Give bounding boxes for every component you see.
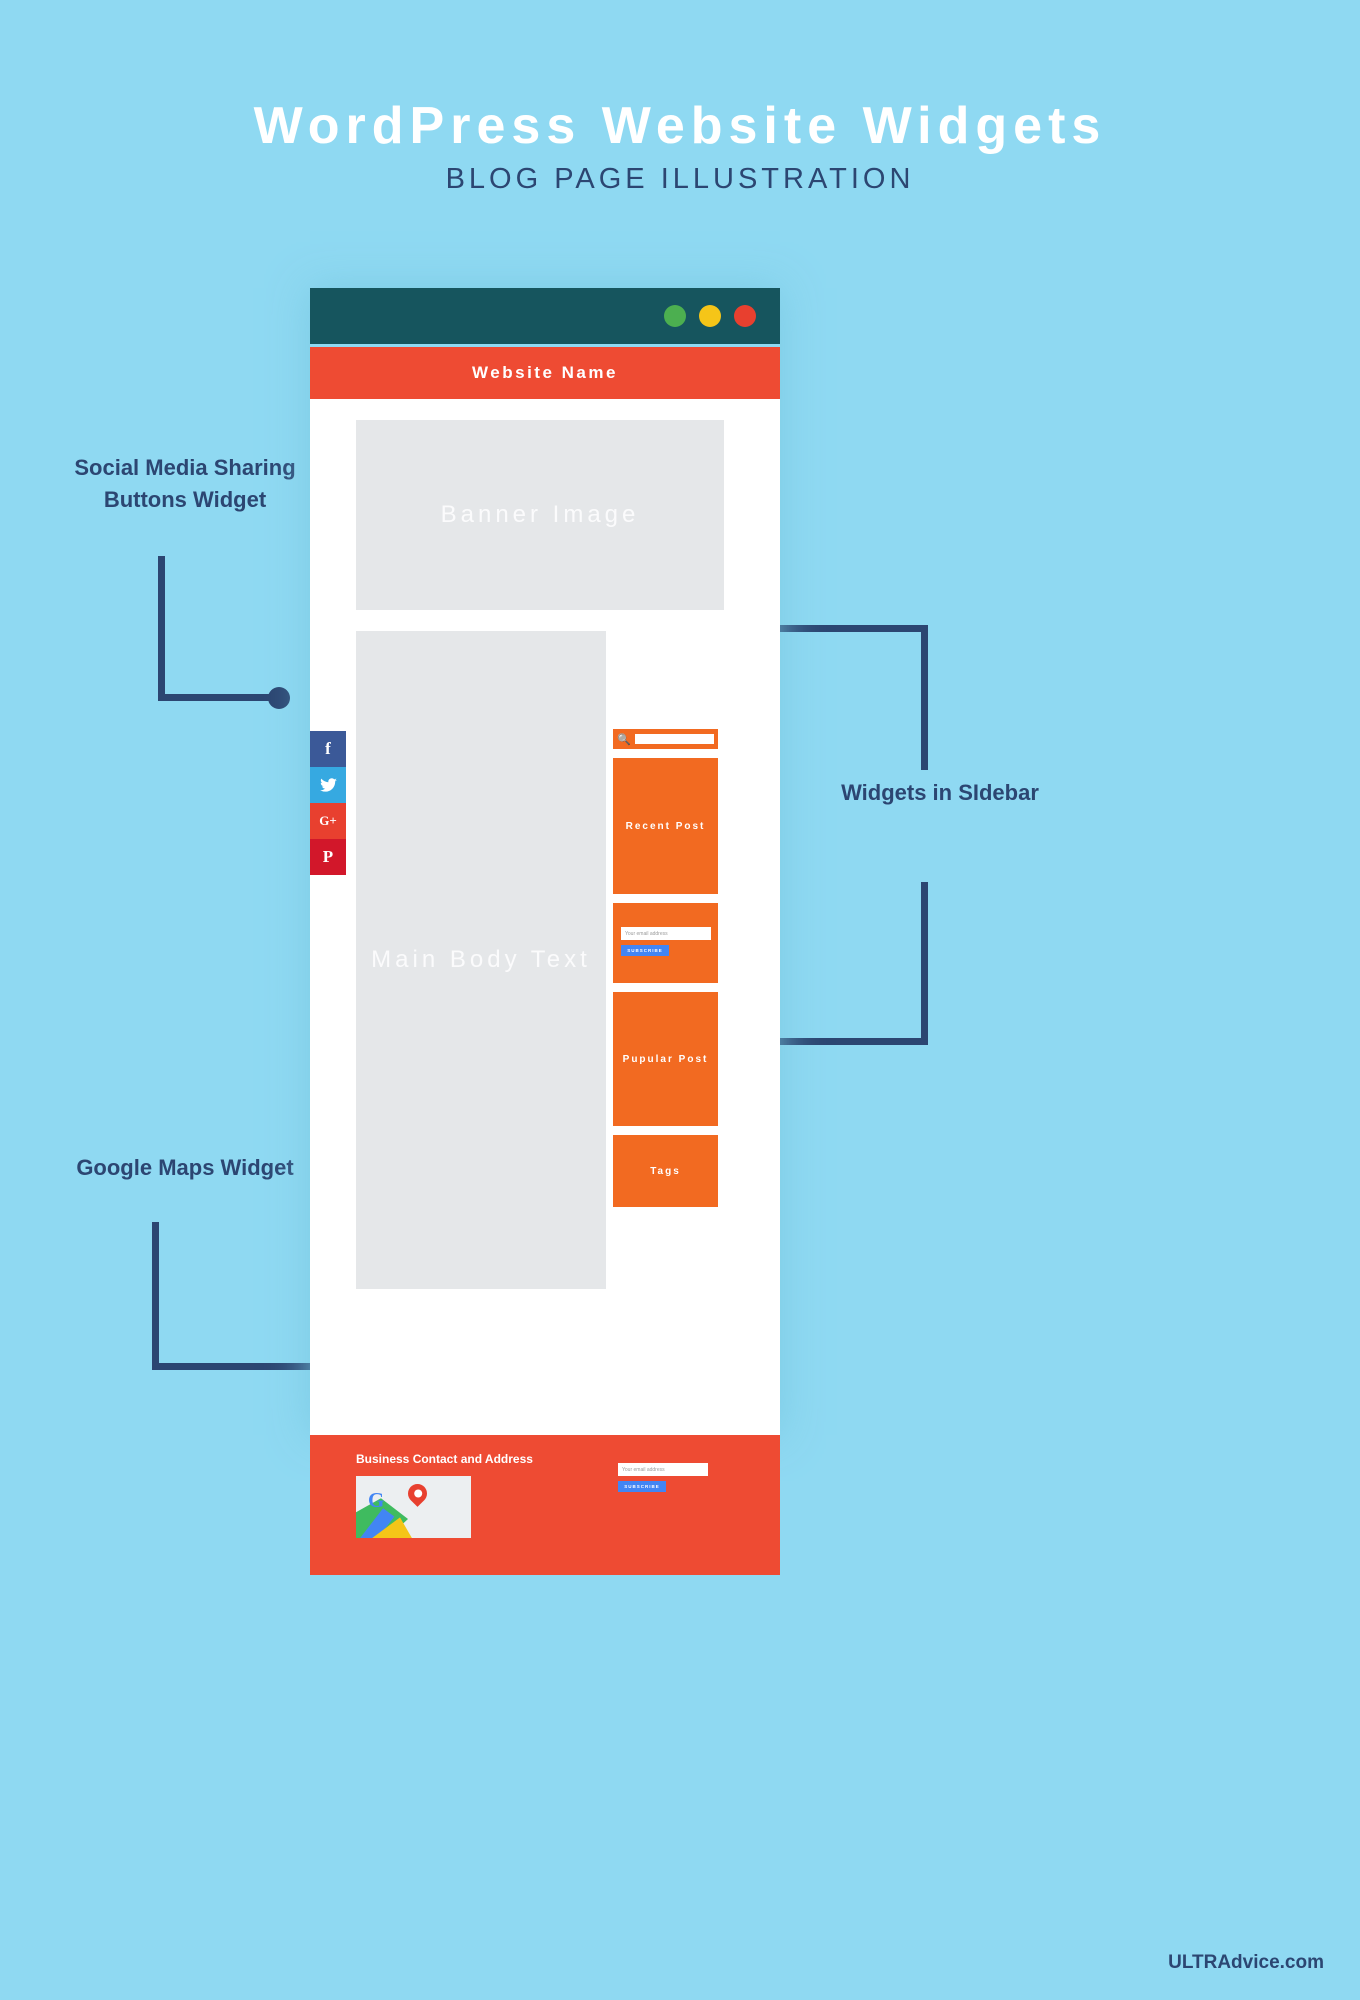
search-input[interactable] (634, 734, 714, 744)
annotation-social-media: Social Media Sharing Buttons Widget (74, 455, 296, 512)
widget-recent-post[interactable]: Recent Post (613, 758, 718, 894)
widget-popular-post-label: Pupular Post (622, 1053, 709, 1065)
sidebar-widgets: 🔍 Recent Post Your email address SUBSCRI… (613, 729, 718, 1207)
page-title: WordPress Website Widgets (253, 97, 1107, 155)
facebook-glyph: f (325, 739, 331, 758)
google-maps-widget[interactable]: G (356, 1476, 471, 1539)
google-plus-glyph: G+ (319, 813, 337, 828)
footer-subscribe-button[interactable]: SUBSCRIBE (618, 1481, 666, 1492)
annotation-sidebar-line-bot-v (921, 882, 928, 1044)
widget-subscribe: Your email address SUBSCRIBE (613, 903, 718, 983)
search-icon: 🔍 (617, 733, 631, 746)
page-subtitle: BLOG PAGE ILLUSTRATION (445, 163, 915, 195)
footer-email-input[interactable]: Your email address (618, 1463, 708, 1476)
window-dot-green[interactable] (664, 305, 686, 327)
site-header-bar: Website Name (310, 347, 780, 399)
pinterest-icon[interactable]: P (310, 839, 346, 875)
search-widget[interactable]: 🔍 (613, 729, 718, 749)
annotation-google-maps: Google Maps Widget (76, 1155, 294, 1180)
main-body-label: Main Body Text (371, 945, 591, 973)
map-pin-icon (404, 1480, 431, 1508)
annotation-maps-line-h (152, 1363, 328, 1370)
google-plus-icon[interactable]: G+ (310, 803, 346, 839)
site-name: Website Name (472, 363, 618, 382)
window-dot-yellow[interactable] (699, 305, 721, 327)
browser-titlebar (310, 288, 780, 344)
browser-window: Website Name Banner Image Main Body Text… (310, 288, 780, 1575)
banner-image-label: Banner Image (440, 501, 640, 528)
annotation-social-line-v (158, 556, 165, 701)
footer-subscribe-form: Your email address SUBSCRIBE (618, 1463, 708, 1492)
twitter-bird-icon (319, 778, 337, 792)
widget-recent-post-label: Recent Post (625, 820, 706, 832)
subscribe-button[interactable]: SUBSCRIBE (621, 945, 669, 956)
main-body-placeholder: Main Body Text (356, 631, 606, 1289)
banner-image-placeholder: Banner Image (356, 420, 724, 610)
credit-label: ULTRAdvice.com (1168, 1952, 1324, 1973)
pinterest-glyph: P (322, 847, 334, 866)
facebook-icon[interactable]: f (310, 731, 346, 767)
annotation-maps-line-v (152, 1222, 159, 1370)
annotation-sidebar-line-top-v (921, 625, 928, 770)
window-dot-red[interactable] (734, 305, 756, 327)
widget-popular-post[interactable]: Pupular Post (613, 992, 718, 1126)
google-g-icon: G (368, 1488, 385, 1513)
widget-tags[interactable]: Tags (613, 1135, 718, 1207)
subscribe-email-input[interactable]: Your email address (621, 927, 711, 940)
site-footer: Business Contact and Address G Your emai… (310, 1435, 780, 1575)
footer-contact-title: Business Contact and Address (356, 1452, 533, 1466)
annotation-social-line-h (158, 694, 282, 701)
social-share-widget: f G+ P (310, 731, 346, 875)
twitter-icon[interactable] (310, 767, 346, 803)
annotation-social-knob (268, 687, 290, 709)
widget-tags-label: Tags (650, 1165, 681, 1177)
page-content: Banner Image Main Body Text f G+ P 🔍 Rec… (310, 399, 780, 1435)
annotation-sidebar: Widgets in SIdebar (841, 780, 1039, 805)
